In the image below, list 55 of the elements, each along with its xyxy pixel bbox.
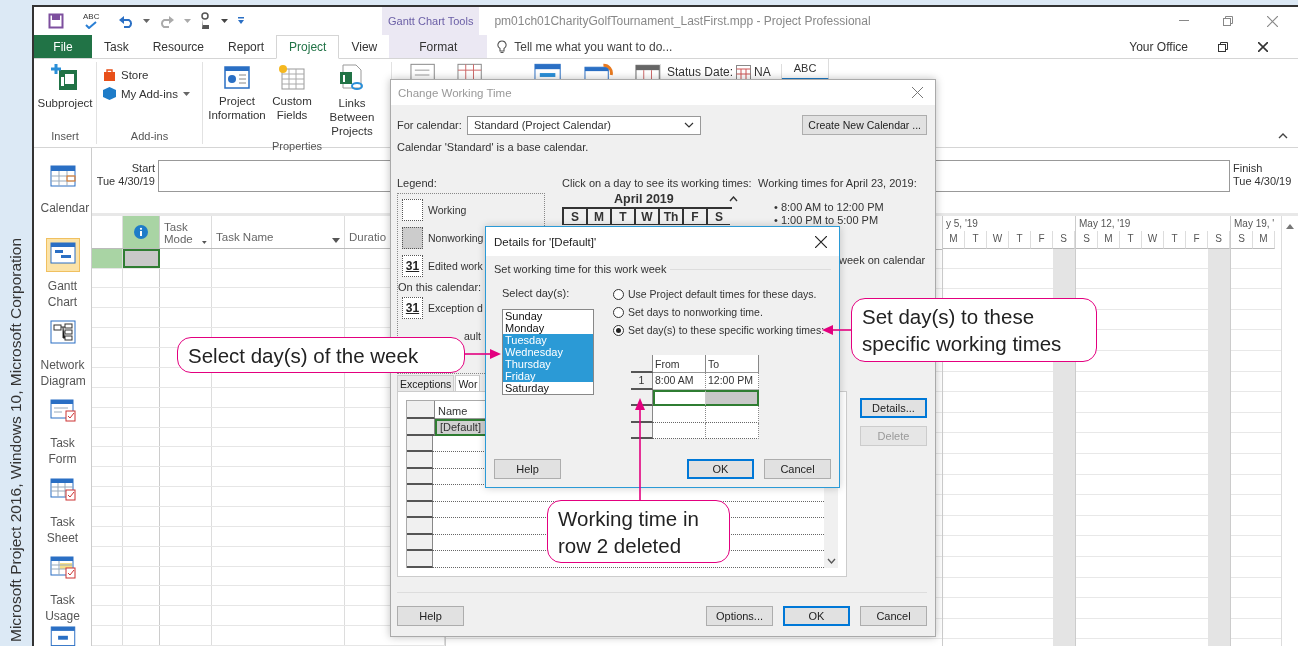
timescale-week-label: May 12, '19 [1076, 216, 1230, 231]
timescale-day-label: S [1076, 231, 1098, 249]
timeline-start-label: Start [130, 162, 155, 175]
callout-tooltip: Working time in row 2 deleted [547, 500, 730, 563]
timeline-finish-label: Finish [1233, 162, 1264, 175]
timescale-day-label: M [1098, 231, 1120, 249]
section-heading: Set working time for this work week [494, 263, 667, 275]
context-tab-header: Gantt Chart Tools [382, 7, 480, 35]
exception-day-swatch: 31 [402, 297, 423, 319]
window-title: pm01ch01CharityGolfTournament_LastFirst.mpp - Project Professional [494, 14, 872, 28]
legend-label: On this calendar: [398, 281, 482, 293]
field-label: For calendar: [397, 119, 463, 131]
timescale-week-label: May 19, ' [1231, 216, 1281, 231]
timescale-day-label: T [1009, 231, 1031, 249]
column-header: From [653, 355, 706, 373]
group-label: Add-ins [129, 130, 170, 144]
timescale-day-label: T [1164, 231, 1186, 249]
month-title: April 2019 [614, 192, 674, 206]
column-header: To [706, 355, 759, 373]
base-calendar-note: Calendar 'Standard' is a base calendar. [397, 141, 590, 153]
dialog-title: Change Working Time [398, 86, 512, 99]
status-date-label: Status Date: [667, 65, 734, 79]
group-label: Properties [270, 140, 324, 152]
group-label: Insert [50, 130, 80, 144]
timescale-day-label: M [1253, 231, 1275, 249]
legend-label: Legend: [397, 177, 437, 189]
legend-item-label: Exception d [428, 302, 483, 314]
legend-item-label: ault [464, 330, 481, 342]
dialog-title: Details for '[Default]' [494, 235, 597, 248]
callout-tooltip: Select day(s) of the week [177, 337, 465, 373]
timescale-day-label: W [987, 231, 1009, 249]
timescale-day-label: M [943, 231, 965, 249]
legend-item-label: Working [428, 204, 467, 216]
timescale-day-label: T [965, 231, 987, 249]
timescale-day-label: S [1208, 231, 1230, 249]
timescale-day-label: T [1120, 231, 1142, 249]
credit-text: Microsoft Project 2016, Windows 10, Microsoft Corporation [7, 237, 25, 642]
timescale-week-label: y 5, '19 [943, 216, 1075, 231]
calendar-prompt: Click on a day to see its working times: [562, 177, 752, 189]
timeline-start-date: Tue 4/30/19 [95, 175, 155, 188]
legend-item-label: Edited work [428, 260, 483, 272]
timescale-day-label: W [1142, 231, 1164, 249]
callout-tooltip: Set day(s) to these specific working times [851, 298, 1097, 362]
field-label: Select day(s): [502, 287, 571, 299]
timescale-day-label: F [1186, 231, 1208, 249]
working-times-title: Working times for April 23, 2019: [758, 177, 918, 189]
timescale-day-label: S [1053, 231, 1075, 249]
timeline-finish-date: Tue 4/30/19 [1233, 175, 1293, 188]
edited-day-swatch: 31 [402, 255, 423, 277]
timescale-day-label: S [1231, 231, 1253, 249]
timescale-day-label: F [1031, 231, 1053, 249]
legend-item-label: Nonworking [428, 232, 484, 244]
week-note: week on calendar [838, 254, 926, 266]
working-time-item: • 1:00 PM to 5:00 PM [774, 214, 880, 227]
working-time-item: • 8:00 AM to 12:00 PM [774, 201, 885, 214]
